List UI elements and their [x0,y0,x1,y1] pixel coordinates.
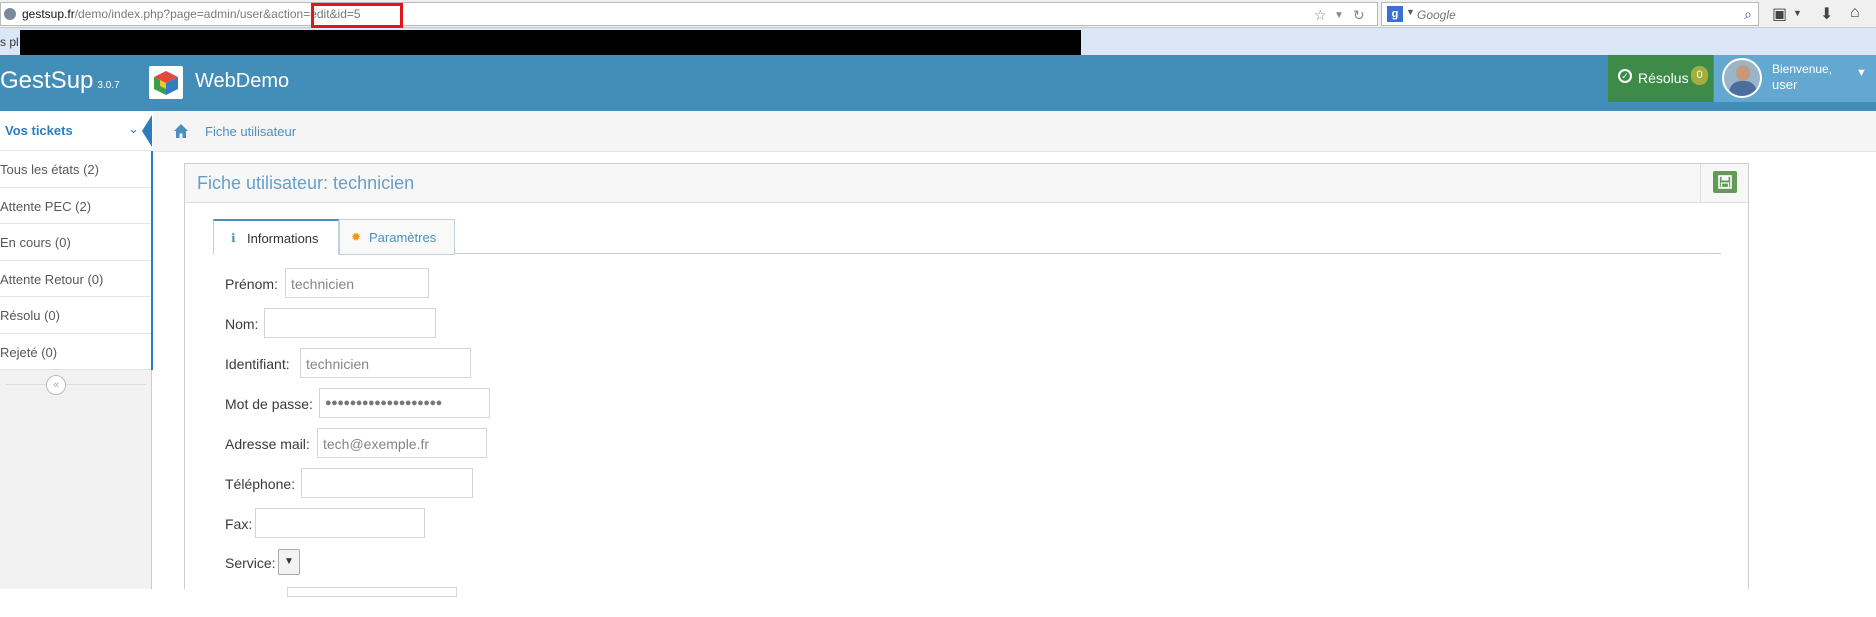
bookmarks-menu-icon[interactable]: ▣ [1772,4,1787,24]
tab-informations[interactable]: ℹ Informations [213,219,339,255]
sidebar-list: Tous les états (2) Attente PEC (2) En co… [0,151,152,370]
url-path: /demo/index.php?page=admin/user&action= [74,7,311,21]
cube-icon [154,71,178,95]
service-label: Service: [225,555,276,571]
user-form-widget: Fiche utilisateur: technicien ℹ Informat… [184,163,1749,597]
brand-logo[interactable]: GestSup 3.0.7 [0,67,120,95]
sidebar: Vos tickets ⌄ Tous les états (2) Attente… [0,111,153,589]
tab-label: Paramètres [369,230,437,245]
save-button[interactable] [1713,171,1737,193]
nom-field[interactable] [264,308,436,338]
fax-field[interactable] [255,508,425,538]
gear-icon: ✹ [351,230,362,244]
address-bar[interactable]: gestsup.fr/demo/index.php?page=admin/use… [0,2,1378,28]
search-icon[interactable]: ⌕ [1744,6,1752,23]
prenom-label: Prénom: [225,276,278,292]
sidebar-item-in-progress[interactable]: En cours (0) [0,224,152,261]
sidebar-collapse: « [0,373,152,397]
sidebar-active-border [151,151,153,370]
active-arrow-indicator [142,115,152,147]
resolved-label: Résolus [1638,70,1689,86]
home-icon[interactable] [173,123,189,139]
redacted-area [20,30,1081,55]
email-field[interactable]: tech@exemple.fr [317,428,487,458]
company-logo [149,66,183,99]
save-icon [1718,175,1732,189]
sidebar-item-rejected[interactable]: Rejeté (0) [0,334,152,370]
home-browser-icon[interactable]: ⌂ [1850,4,1860,22]
check-circle-icon: ✓ [1618,69,1632,83]
caret-down-icon: ▼ [1856,67,1867,79]
sidebar-item-resolved[interactable]: Résolu (0) [0,297,152,334]
tab-parametres[interactable]: ✹ Paramètres [339,219,455,255]
history-dropdown-icon[interactable]: ▼ [1334,10,1344,21]
company-name: WebDemo [195,70,290,92]
reload-icon[interactable]: ↻ [1353,7,1365,24]
url-highlight-box [311,3,403,28]
service-select[interactable]: ▼ [278,549,300,575]
app-navbar: GestSup 3.0.7 WebDemo ✓ Résolus 0 Bienven… [0,55,1876,111]
url-host: gestsup.fr [22,7,75,21]
url-text[interactable]: gestsup.fr/demo/index.php?page=admin/use… [22,7,361,21]
sidebar-item-all-states[interactable]: Tous les états (2) [0,151,152,188]
tabs: ℹ Informations ✹ Paramètres [213,219,1721,255]
phone-field[interactable] [301,468,473,498]
user-name: user [1772,77,1798,92]
password-field[interactable]: ●●●●●●●●●●●●●●●●●●● [319,388,490,418]
resolved-button[interactable]: ✓ Résolus 0 [1608,55,1713,102]
sidebar-item-awaiting-pec[interactable]: Attente PEC (2) [0,188,152,224]
breadcrumb: Fiche utilisateur [153,111,1876,152]
double-chevron-left-icon[interactable]: « [46,375,66,395]
identifiant-field[interactable]: technicien [300,348,471,378]
brand-name: GestSup [0,67,94,94]
nom-label: Nom: [225,316,259,332]
widget-toolbar [1700,164,1748,203]
chevron-down-icon: ⌄ [128,121,139,136]
info-icon: ℹ [231,231,236,245]
download-icon[interactable]: ⬇ [1820,4,1833,24]
tab-label: Informations [247,231,319,246]
password-label: Mot de passe: [225,396,313,412]
resolved-count-badge: 0 [1691,66,1708,85]
bookmark-item[interactable]: s pl [0,35,19,49]
phone-label: Téléphone: [225,476,296,492]
prenom-field[interactable]: technicien [285,268,429,298]
sidebar-item-awaiting-reply[interactable]: Attente Retour (0) [0,261,152,297]
brand-version: 3.0.7 [97,80,120,91]
search-engine-dropdown-icon[interactable]: ▼ [1406,7,1415,17]
identifiant-label: Identifiant: [225,356,290,372]
widget-header: Fiche utilisateur: technicien [185,164,1748,203]
fax-label: Fax: [225,516,253,532]
avatar [1722,58,1762,98]
breadcrumb-current[interactable]: Fiche utilisateur [205,124,296,139]
user-menu[interactable]: Bienvenue, user ▼ [1714,55,1876,102]
welcome-label: Bienvenue, [1772,62,1833,76]
sidebar-section-my-tickets[interactable]: Vos tickets ⌄ [0,111,152,151]
sidebar-section-label: Vos tickets [5,123,73,138]
search-bar[interactable]: g ▼ Google ⌕ [1381,2,1759,26]
globe-icon [4,8,16,20]
browser-toolbar: gestsup.fr/demo/index.php?page=admin/use… [0,0,1876,28]
page-title: Fiche utilisateur: technicien [197,173,415,193]
google-icon: g [1387,6,1403,22]
bookmark-star-icon[interactable]: ☆ [1314,7,1327,24]
email-label: Adresse mail: [225,436,310,452]
search-placeholder: Google [1417,8,1456,22]
bookmarks-dropdown-icon[interactable]: ▼ [1793,8,1802,18]
